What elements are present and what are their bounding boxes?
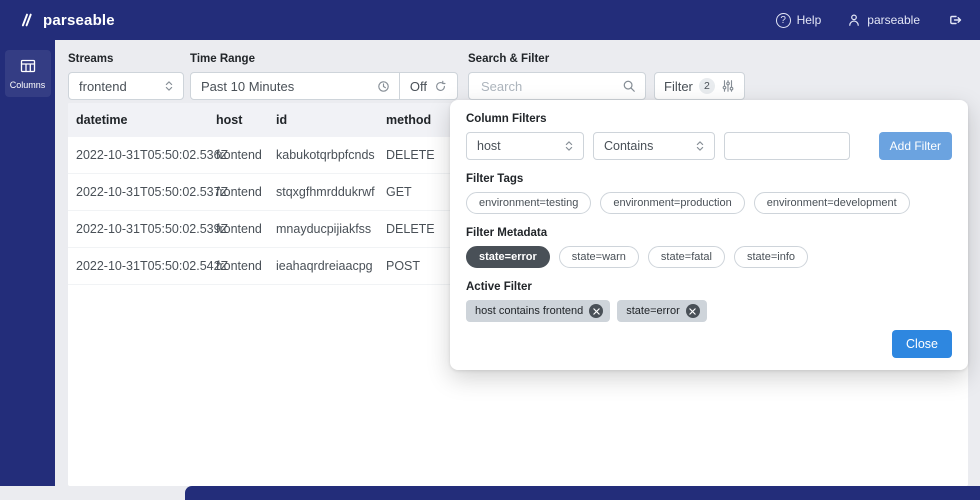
search-filter-label: Search & Filter <box>468 53 745 65</box>
cell-datetime: 2022-10-31T05:50:02.539Z <box>68 211 208 247</box>
help-button[interactable]: ? Help <box>776 13 822 28</box>
user-icon <box>847 13 861 27</box>
close-button[interactable]: Close <box>892 330 952 358</box>
cell-datetime: 2022-10-31T05:50:02.536Z <box>68 137 208 173</box>
column-header[interactable]: id <box>268 103 378 137</box>
filter-value-input[interactable] <box>724 132 850 160</box>
filter-field-value: host <box>477 139 501 153</box>
filter-metadata-pill[interactable]: state=info <box>734 246 808 268</box>
help-label: Help <box>797 13 822 27</box>
column-header[interactable]: datetime <box>68 103 208 137</box>
filter-operator-select[interactable]: Contains <box>593 132 715 160</box>
user-label: parseable <box>867 13 920 27</box>
logout-icon <box>946 12 962 28</box>
filter-panel: Column Filters host Contains Add Filter … <box>450 100 968 370</box>
cell-host: frontend <box>208 174 268 210</box>
cell-id: stqxgfhmrddukrwf <box>268 174 378 210</box>
filter-button[interactable]: Filter 2 <box>654 72 745 100</box>
filter-metadata-label: Filter Metadata <box>466 227 952 239</box>
active-filter-chip: host contains frontend <box>466 300 610 322</box>
column-filters-label: Column Filters <box>466 113 952 125</box>
streams-select[interactable]: frontend <box>68 72 184 100</box>
time-range-label: Time Range <box>190 53 458 65</box>
streams-select-value: frontend <box>79 79 127 94</box>
filter-button-label: Filter <box>664 79 693 94</box>
top-navbar: parseable ? Help parseable <box>0 0 980 40</box>
help-icon: ? <box>776 13 791 28</box>
cell-id: kabukotqrbpfcnds <box>268 137 378 173</box>
time-range-select[interactable]: Past 10 Minutes <box>191 73 399 99</box>
search-filter-group: Search & Filter Filter 2 <box>468 53 745 100</box>
clock-icon <box>377 80 390 93</box>
refresh-icon <box>434 80 447 93</box>
parseable-logo-icon <box>18 11 36 29</box>
filter-tag-pill[interactable]: environment=testing <box>466 192 591 214</box>
refresh-interval-value: Off <box>410 79 427 94</box>
cell-id: ieahaqrdreiaacpg <box>268 248 378 284</box>
chevron-up-down-icon <box>163 80 175 92</box>
columns-icon <box>19 57 37 75</box>
cell-datetime: 2022-10-31T05:50:02.537Z <box>68 174 208 210</box>
chevron-up-down-icon <box>694 140 706 152</box>
user-menu[interactable]: parseable <box>847 13 920 27</box>
time-range-value: Past 10 Minutes <box>201 79 294 94</box>
active-filter-label: Active Filter <box>466 281 952 293</box>
cell-id: mnayducpijiakfss <box>268 211 378 247</box>
filter-metadata-pill[interactable]: state=error <box>466 246 550 268</box>
adjustments-icon <box>721 79 735 93</box>
cell-host: frontend <box>208 137 268 173</box>
filter-field-select[interactable]: host <box>466 132 584 160</box>
cell-datetime: 2022-10-31T05:50:02.542Z <box>68 248 208 284</box>
brand[interactable]: parseable <box>18 11 115 29</box>
filter-tag-pill[interactable]: environment=development <box>754 192 910 214</box>
sidebar-item-columns[interactable]: Columns <box>5 50 51 97</box>
filter-count-badge: 2 <box>699 78 715 94</box>
active-filter-text: state=error <box>626 305 680 317</box>
cell-host: frontend <box>208 211 268 247</box>
column-header[interactable]: host <box>208 103 268 137</box>
remove-filter-icon[interactable] <box>589 304 603 318</box>
time-range-control: Past 10 Minutes Off <box>190 72 458 100</box>
filter-metadata-pill[interactable]: state=warn <box>559 246 639 268</box>
filter-operator-value: Contains <box>604 139 653 153</box>
sidebar-item-label: Columns <box>10 80 46 90</box>
chevron-up-down-icon <box>563 140 575 152</box>
refresh-interval-button[interactable]: Off <box>399 73 457 99</box>
active-filter-chip: state=error <box>617 300 707 322</box>
filter-tag-pill[interactable]: environment=production <box>600 192 744 214</box>
sidebar: Columns <box>0 40 55 486</box>
active-filter-text: host contains frontend <box>475 305 583 317</box>
filter-tags-label: Filter Tags <box>466 173 952 185</box>
search-input[interactable] <box>479 78 622 95</box>
brand-text: parseable <box>43 12 115 29</box>
controls-bar: Streams frontend Time Range Past 10 Minu… <box>68 53 745 100</box>
search-box <box>468 72 646 100</box>
add-filter-button[interactable]: Add Filter <box>879 132 952 160</box>
streams-group: Streams frontend <box>68 53 184 100</box>
search-icon <box>622 79 636 93</box>
time-range-group: Time Range Past 10 Minutes Off <box>190 53 458 100</box>
streams-label: Streams <box>68 53 184 65</box>
filter-metadata-pill[interactable]: state=fatal <box>648 246 725 268</box>
logout-button[interactable] <box>946 12 962 28</box>
remove-filter-icon[interactable] <box>686 304 700 318</box>
cell-host: frontend <box>208 248 268 284</box>
footer-bar <box>185 486 980 500</box>
